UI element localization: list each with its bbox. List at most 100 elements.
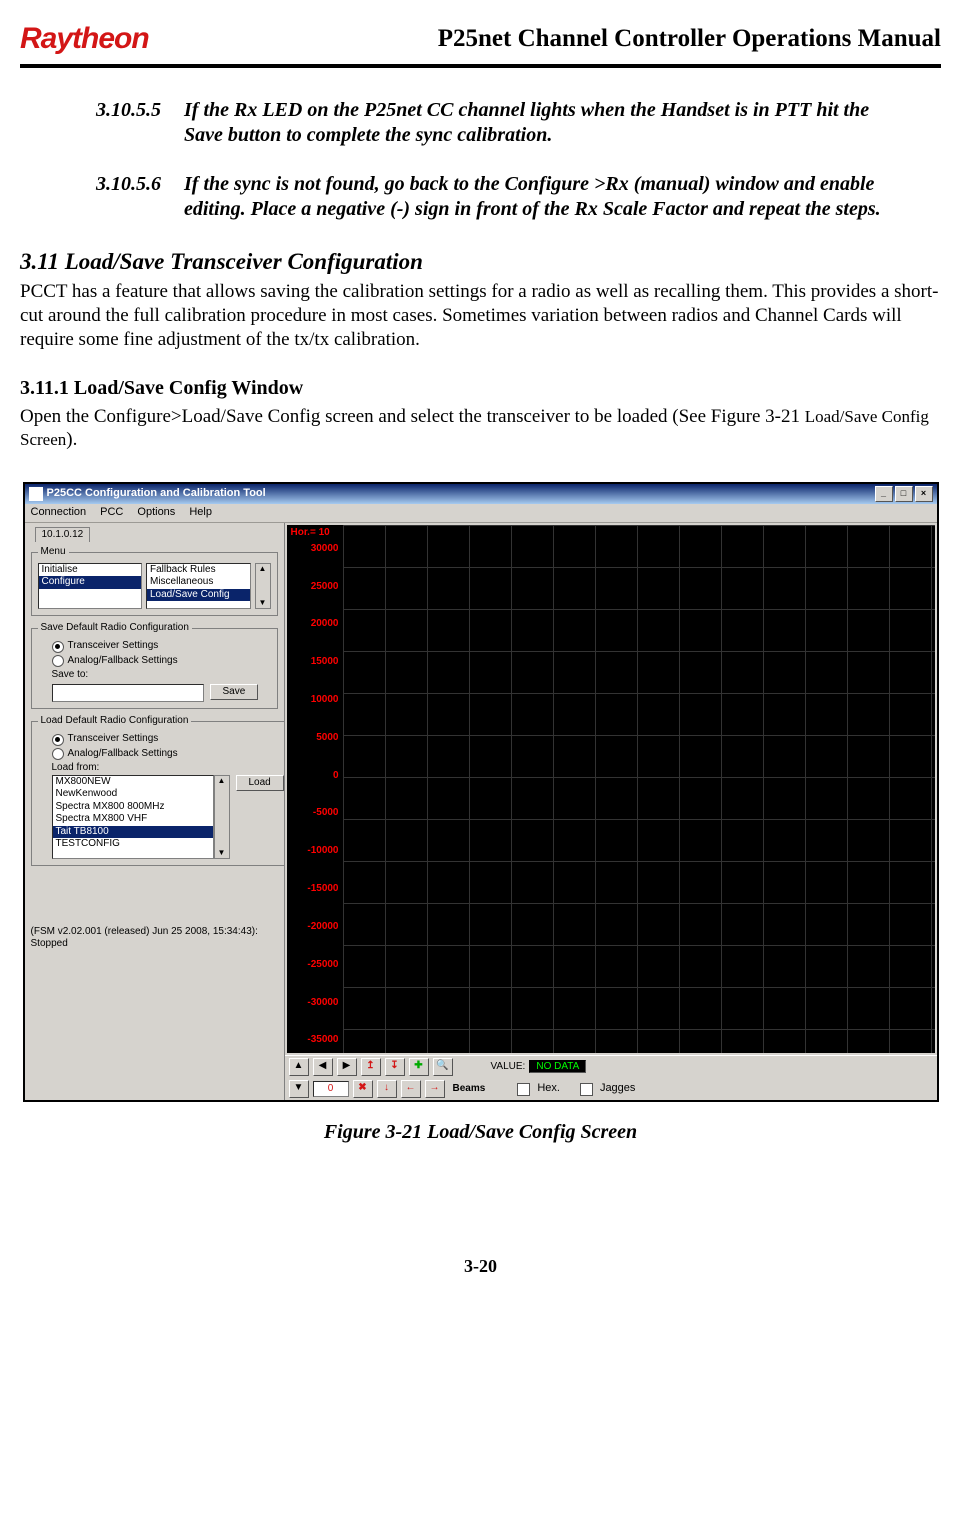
window-title: P25CC Configuration and Calibration Tool: [47, 487, 266, 501]
minimize-button[interactable]: _: [875, 486, 893, 502]
beams-label: Beams: [449, 1083, 490, 1096]
maximize-button[interactable]: □: [895, 486, 913, 502]
app-body: 10.1.0.12 Menu Initialise Configure Fall…: [25, 523, 937, 1100]
radio-icon: [52, 655, 64, 667]
plot-toolbar-row1: ▲ ◀ ▶ ↥ ↧ ✚ 🔍 VALUE: NO DATA: [285, 1055, 937, 1078]
menu-right-list[interactable]: Fallback Rules Miscellaneous Load/Save C…: [146, 563, 251, 609]
menu-connection[interactable]: Connection: [31, 506, 87, 520]
radio-icon: [52, 748, 64, 760]
load-from-label: Load from:: [52, 762, 284, 775]
ytick: 30000: [311, 543, 339, 556]
tb-arrow-left-icon[interactable]: ←: [401, 1080, 421, 1098]
tb-zoom-icon[interactable]: 🔍: [433, 1058, 453, 1076]
save-group-legend: Save Default Radio Configuration: [38, 622, 192, 635]
ytick: -30000: [307, 997, 338, 1010]
section-3-11-title: 3.11 Load/Save Transceiver Configuration: [20, 248, 941, 277]
list-item[interactable]: TESTCONFIG: [53, 838, 213, 851]
hex-label: Hex.: [537, 1082, 560, 1096]
file-list-scrollbar[interactable]: ▲▼: [214, 775, 230, 859]
save-to-input[interactable]: [52, 684, 204, 702]
menu-help[interactable]: Help: [189, 506, 212, 520]
save-radio-transceiver[interactable]: Transceiver Settings: [52, 640, 271, 653]
list-item[interactable]: Load/Save Config: [147, 589, 250, 602]
tb-up-icon[interactable]: ▲: [289, 1058, 309, 1076]
ytick: -35000: [307, 1034, 338, 1047]
ytick: -25000: [307, 959, 338, 972]
radio-icon: [52, 734, 64, 746]
close-button[interactable]: ×: [915, 486, 933, 502]
list-item[interactable]: Tait TB8100: [53, 826, 213, 839]
subsection-3-11-1-title: 3.11.1 Load/Save Config Window: [20, 376, 941, 401]
tb-strike-icon[interactable]: ✖: [353, 1080, 373, 1098]
radio-icon: [52, 641, 64, 653]
ytick: 25000: [311, 581, 339, 594]
menubar: Connection PCC Options Help: [25, 504, 937, 523]
menu-left-list[interactable]: Initialise Configure: [38, 563, 143, 609]
list-item[interactable]: MX800NEW: [53, 776, 213, 789]
plot-toolbar-row2: ▼ 0 ✖ ↓ ← → Beams Hex. Jagges: [285, 1078, 937, 1100]
tb-plus-icon[interactable]: ✚: [409, 1058, 429, 1076]
left-pane: 10.1.0.12 Menu Initialise Configure Fall…: [25, 523, 285, 1100]
load-radio-analog[interactable]: Analog/Fallback Settings: [52, 748, 284, 761]
menu-list-scrollbar[interactable]: ▲▼: [255, 563, 271, 609]
value-readout: NO DATA: [529, 1060, 586, 1073]
load-file-list[interactable]: MX800NEW NewKenwood Spectra MX800 800MHz…: [52, 775, 214, 859]
window-controls: _ □ ×: [875, 486, 933, 502]
ytick: 5000: [316, 732, 338, 745]
y-axis-ticks: Hor.= 10 30000 25000 20000 15000 10000 5…: [287, 525, 343, 1053]
list-item[interactable]: Fallback Rules: [147, 564, 250, 577]
value-label: VALUE:: [491, 1061, 526, 1074]
save-radio-analog[interactable]: Analog/Fallback Settings: [52, 655, 271, 668]
load-radio-transceiver[interactable]: Transceiver Settings: [52, 733, 284, 746]
step-number: 3.10.5.6: [96, 172, 184, 222]
ip-tab[interactable]: 10.1.0.12: [35, 527, 91, 543]
ytick: 10000: [311, 694, 339, 707]
tb-push-down-icon[interactable]: ↧: [385, 1058, 405, 1076]
beam-number-input[interactable]: 0: [313, 1081, 349, 1097]
fsm-status-text: (FSM v2.02.001 (released) Jun 25 2008, 1…: [31, 926, 278, 950]
list-item[interactable]: NewKenwood: [53, 788, 213, 801]
step-3-10-5-5: 3.10.5.5 If the Rx LED on the P25net CC …: [96, 98, 941, 148]
plot-area: Hor.= 10 30000 25000 20000 15000 10000 5…: [287, 525, 935, 1053]
pcct-app-window: P25CC Configuration and Calibration Tool…: [23, 482, 939, 1102]
tb-arrow-right-icon[interactable]: →: [425, 1080, 445, 1098]
load-group-legend: Load Default Radio Configuration: [38, 715, 192, 728]
radio-label: Transceiver Settings: [68, 733, 159, 746]
save-config-group: Save Default Radio Configuration Transce…: [31, 622, 278, 709]
list-item[interactable]: Miscellaneous: [147, 576, 250, 589]
list-item[interactable]: Configure: [39, 576, 142, 589]
tb-push-up-icon[interactable]: ↥: [361, 1058, 381, 1076]
tb-down-icon[interactable]: ▼: [289, 1080, 309, 1098]
hor-scale-label: Hor.= 10: [291, 527, 330, 540]
ytick: 15000: [311, 656, 339, 669]
menu-options[interactable]: Options: [137, 506, 175, 520]
list-item[interactable]: Initialise: [39, 564, 142, 577]
menu-pcc[interactable]: PCC: [100, 506, 123, 520]
radio-label: Analog/Fallback Settings: [68, 655, 178, 668]
subsection-3-11-1-body: Open the Configure>Load/Save Config scre…: [20, 405, 941, 453]
body-text-post: ).: [66, 429, 77, 450]
ytick: -5000: [313, 807, 339, 820]
right-pane: Hor.= 10 30000 25000 20000 15000 10000 5…: [285, 523, 937, 1100]
plot-grid[interactable]: [343, 525, 935, 1053]
menu-group-legend: Menu: [38, 546, 69, 559]
tb-arrow-down-icon[interactable]: ↓: [377, 1080, 397, 1098]
list-item[interactable]: Spectra MX800 800MHz: [53, 801, 213, 814]
load-button[interactable]: Load: [236, 775, 284, 792]
app-icon: [29, 487, 43, 501]
document-title: P25net Channel Controller Operations Man…: [438, 23, 941, 54]
ytick: 0: [333, 770, 339, 783]
ytick: 20000: [311, 618, 339, 631]
save-to-label: Save to:: [52, 669, 271, 682]
jagges-checkbox[interactable]: [580, 1083, 593, 1096]
save-button[interactable]: Save: [210, 684, 259, 701]
step-text: If the sync is not found, go back to the…: [184, 172, 941, 222]
window-titlebar: P25CC Configuration and Calibration Tool…: [25, 484, 937, 504]
header-rule: [20, 64, 941, 68]
figure-caption: Figure 3-21 Load/Save Config Screen: [20, 1120, 941, 1145]
list-item[interactable]: Spectra MX800 VHF: [53, 813, 213, 826]
step-3-10-5-6: 3.10.5.6 If the sync is not found, go ba…: [96, 172, 941, 222]
hex-checkbox[interactable]: [517, 1083, 530, 1096]
tb-right-icon[interactable]: ▶: [337, 1058, 357, 1076]
tb-left-icon[interactable]: ◀: [313, 1058, 333, 1076]
